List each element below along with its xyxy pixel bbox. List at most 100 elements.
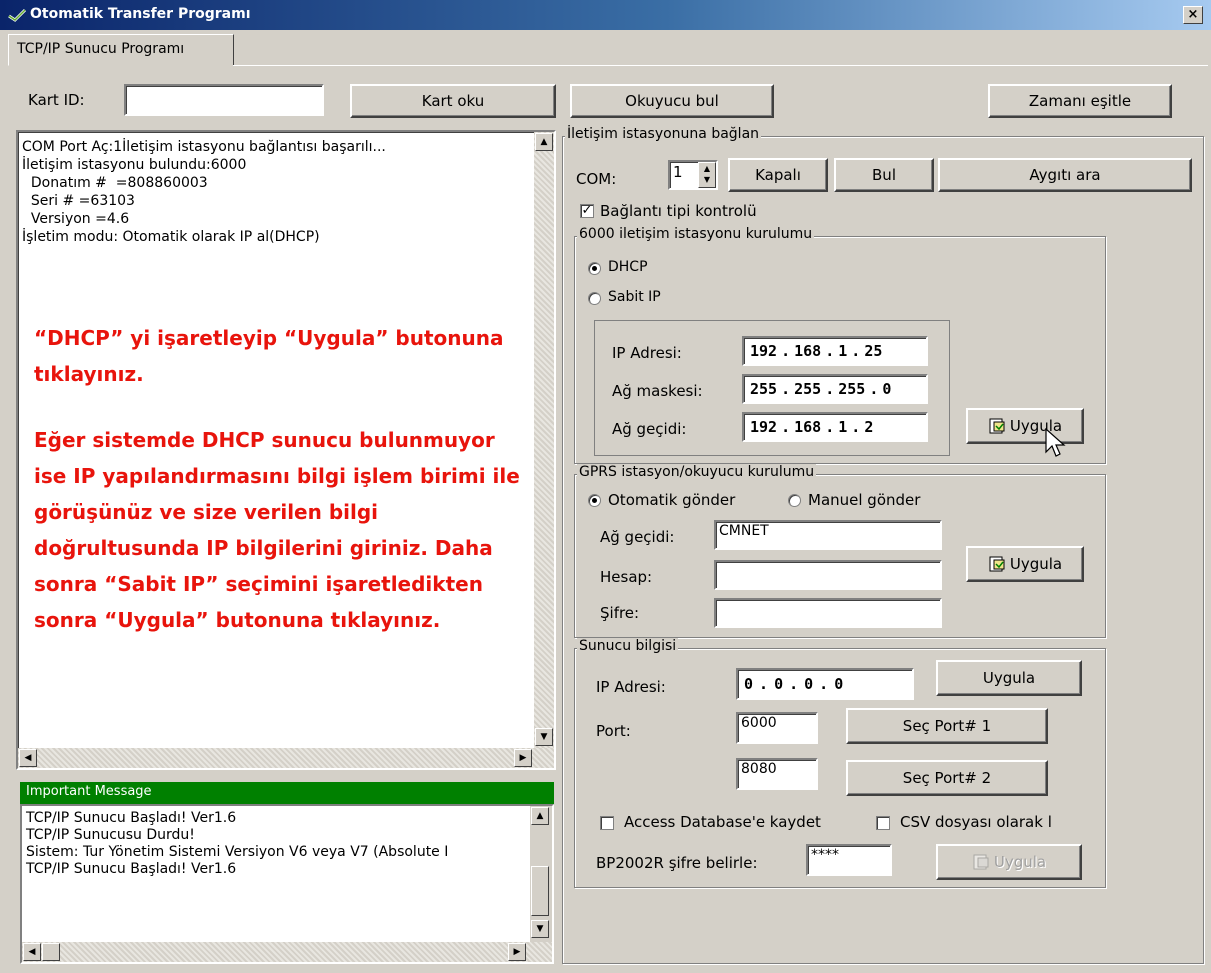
message-line: TCP/IP Sunucu Başladı! Ver1.6 [26, 810, 237, 826]
instruction-line: doğrultusunda IP bilgilerini giriniz. Da… [34, 536, 493, 560]
select-port1-button[interactable]: Seç Port# 1 [846, 708, 1048, 744]
ip-address-label: IP Adresi: [612, 344, 682, 362]
gprs-gateway-label: Ağ geçidi: [600, 528, 675, 546]
port1-input[interactable]: 6000 [736, 712, 818, 744]
log-line: Seri # =63103 [22, 193, 135, 209]
bp-password-label: BP2002R şifre belirle: [596, 854, 758, 872]
instruction-line: “DHCP” yi işaretleyip “Uygula” butonuna [34, 326, 504, 350]
apply-icon [973, 854, 989, 870]
sync-time-button[interactable]: Zamanı eşitle [988, 84, 1172, 118]
bp-apply-button[interactable]: Uygula [936, 844, 1082, 880]
important-message-header: Important Message [20, 782, 554, 804]
select-port2-button[interactable]: Seç Port# 2 [846, 760, 1048, 796]
scroll-left-icon[interactable]: ◀ [23, 943, 41, 961]
gprs-group-title: GPRS istasyon/okuyucu kurulumu [577, 464, 817, 480]
ip-octet: 192 [750, 418, 778, 436]
log-line: Versiyon =4.6 [22, 211, 130, 227]
server-ip-input[interactable]: 0. 0. 0. 0 [736, 668, 914, 700]
app-icon [8, 8, 26, 22]
auto-send-label: Otomatik gönder [608, 491, 736, 509]
subnet-mask-input[interactable]: 255. 255. 255. 0 [742, 374, 928, 404]
closed-button[interactable]: Kapalı [728, 158, 828, 192]
password-label: Şifre: [600, 604, 640, 622]
ip-octet: 25 [864, 342, 883, 360]
account-input[interactable] [714, 560, 942, 590]
scroll-up-icon[interactable]: ▲ [535, 133, 553, 151]
static-ip-radio[interactable] [588, 292, 601, 305]
log-vertical-scrollbar[interactable]: ▲ ▼ [534, 132, 554, 748]
scroll-right-icon[interactable]: ▶ [508, 943, 526, 961]
dhcp-radio[interactable] [588, 262, 601, 275]
settings-panel: İletişim istasyonuna bağlan COM: 1 ▲ ▼ Ka… [560, 126, 1208, 968]
ip-octet: 0 [744, 675, 756, 693]
instruction-line: görüşünüz ve size verilen bilgi [34, 500, 379, 524]
important-lines: TCP/IP Sunucu Başladı! Ver1.6 TCP/IP Sun… [26, 810, 448, 878]
gprs-gateway-input[interactable]: CMNET [714, 520, 942, 550]
connection-check-checkbox[interactable]: ✓ [580, 204, 594, 218]
csv-checkbox[interactable] [876, 816, 890, 830]
server-group-title: Sunucu bilgisi [577, 638, 679, 654]
com-label: COM: [576, 170, 617, 188]
com-spinner[interactable]: ▲ ▼ [698, 162, 716, 188]
connect-group-title: İletişim istasyonuna bağlan [565, 126, 762, 142]
scroll-down-icon[interactable]: ▼ [531, 920, 549, 938]
tab-tcpip-server[interactable]: TCP/IP Sunucu Programı [8, 34, 234, 66]
message-horizontal-scrollbar[interactable]: ◀ ▶ [22, 942, 552, 962]
apply-icon [989, 418, 1005, 434]
message-vertical-scrollbar[interactable]: ▲ ▼ [530, 806, 552, 942]
log-line: COM Port Aç:1İletişim istasyonu bağlantı… [22, 139, 386, 155]
instruction-line: tıklayınız. [34, 362, 144, 386]
ip-octet: 0 [882, 380, 892, 398]
search-device-button[interactable]: Aygıtı ara [938, 158, 1192, 192]
csv-label: CSV dosyası olarak l [900, 813, 1052, 831]
station-setup-title: 6000 iletişim istasyonu kurulumu [577, 226, 815, 242]
important-message-panel: TCP/IP Sunucu Başladı! Ver1.6 TCP/IP Sun… [20, 804, 554, 964]
scroll-thumb[interactable] [531, 866, 549, 916]
window-title: Otomatik Transfer Programı [30, 6, 251, 22]
find-reader-button[interactable]: Okuyucu bul [570, 84, 774, 118]
ip-octet: 168 [794, 342, 822, 360]
log-panel: COM Port Aç:1İletişim istasyonu bağlantı… [16, 130, 556, 770]
scroll-down-icon[interactable]: ▼ [535, 728, 553, 746]
ip-octet: 192 [750, 342, 778, 360]
instruction-line: sonra “Uygula” butonuna tıklayınız. [34, 608, 441, 632]
bp-password-input[interactable]: **** [806, 844, 892, 876]
subnet-mask-label: Ağ maskesi: [612, 382, 703, 400]
log-horizontal-scrollbar[interactable]: ◀ ▶ [18, 748, 554, 768]
scroll-left-icon[interactable]: ◀ [19, 749, 37, 767]
mouse-cursor-icon [1045, 428, 1066, 457]
password-input[interactable] [714, 598, 942, 628]
card-id-input[interactable] [124, 84, 324, 116]
dhcp-label: DHCP [608, 259, 648, 275]
ip-octet: 1 [838, 418, 848, 436]
connection-check-label: Bağlantı tipi kontrolü [600, 202, 757, 220]
scroll-up-icon[interactable]: ▲ [531, 807, 549, 825]
ip-octet: 168 [794, 418, 822, 436]
close-button[interactable]: × [1183, 6, 1203, 24]
scroll-right-icon[interactable]: ▶ [514, 749, 532, 767]
gprs-apply-button[interactable]: Uygula [966, 546, 1084, 582]
auto-send-radio[interactable] [588, 494, 601, 507]
scroll-thumb[interactable] [42, 943, 60, 961]
manual-send-radio[interactable] [788, 494, 801, 507]
log-line: İletişim istasyonu bulundu:6000 [22, 157, 247, 173]
read-card-button[interactable]: Kart oku [350, 84, 556, 118]
message-line: TCP/IP Sunucusu Durdu! [26, 827, 195, 843]
instruction-line: sonra “Sabit IP” seçimini işaretledikten [34, 572, 483, 596]
message-line: TCP/IP Sunucu Başladı! Ver1.6 [26, 861, 237, 877]
port2-input[interactable]: 8080 [736, 758, 818, 790]
find-button[interactable]: Bul [834, 158, 934, 192]
apply-label: Uygula [993, 853, 1047, 871]
title-bar: Otomatik Transfer Programı × [0, 0, 1211, 30]
ip-address-input[interactable]: 192. 168. 1. 25 [742, 336, 928, 366]
ip-octet: 1 [838, 342, 848, 360]
server-apply-button[interactable]: Uygula [936, 660, 1082, 696]
gateway-input[interactable]: 192. 168. 1. 2 [742, 412, 928, 442]
ip-octet: 255 [794, 380, 822, 398]
gateway-label: Ağ geçidi: [612, 420, 687, 438]
access-db-checkbox[interactable] [600, 816, 614, 830]
log-line: Donatım # =808860003 [22, 175, 208, 191]
manual-send-label: Manuel gönder [808, 491, 921, 509]
station-apply-button[interactable]: Uygula [966, 408, 1084, 444]
apply-label: Uygula [1009, 555, 1063, 573]
